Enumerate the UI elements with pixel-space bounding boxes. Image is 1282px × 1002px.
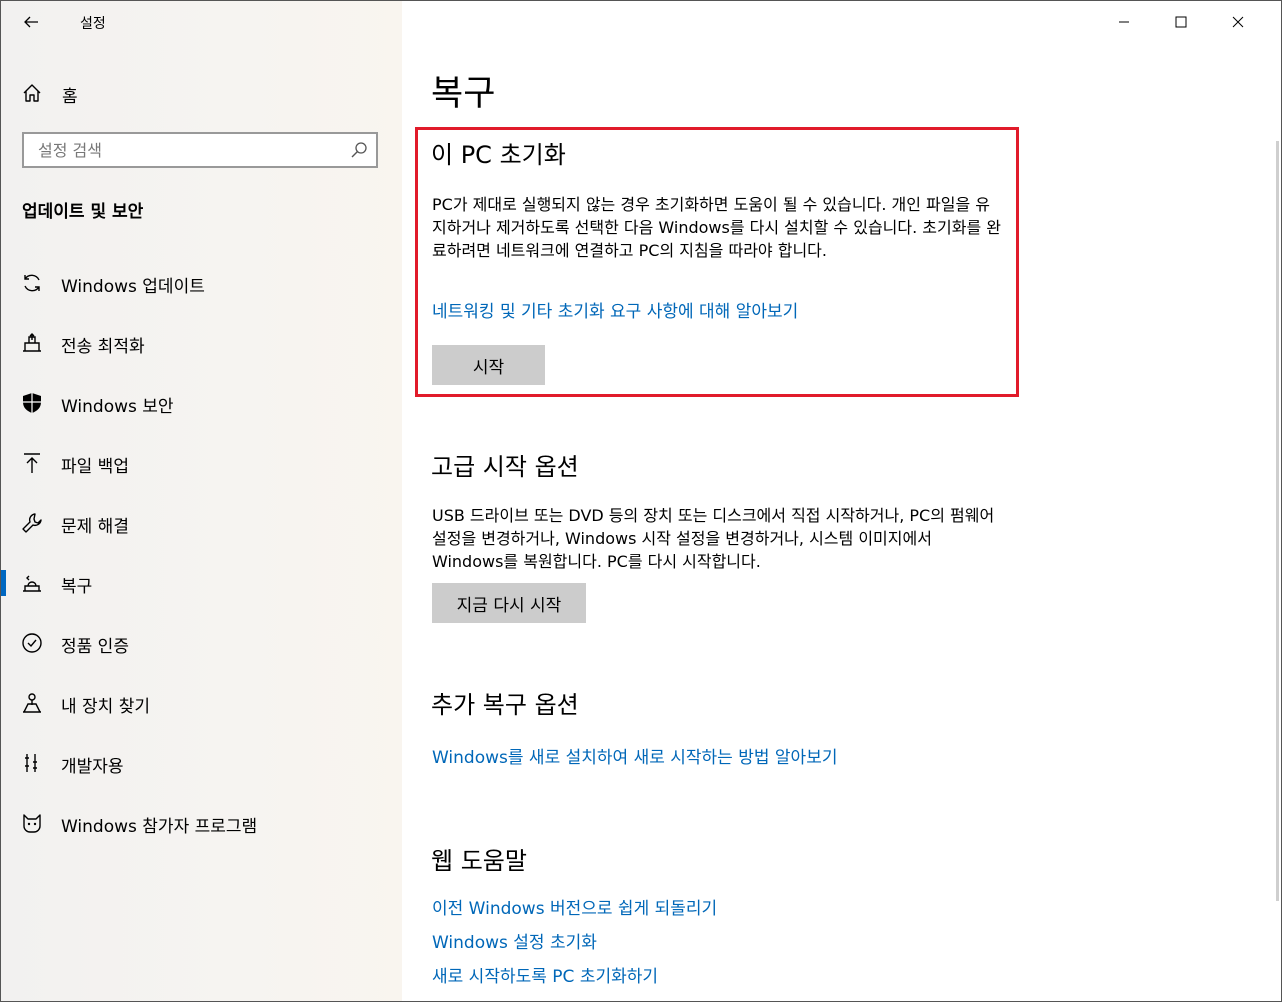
advanced-startup-title: 고급 시작 옵션 — [431, 453, 579, 481]
sidebar-item-developers[interactable]: 개발자용 — [1, 732, 402, 792]
wrench-icon — [22, 513, 42, 533]
scrollbar[interactable] — [1276, 141, 1279, 901]
fresh-start-link[interactable]: Windows를 새로 설치하여 새로 시작하는 방법 알아보기 — [432, 743, 837, 768]
sidebar-item-activation[interactable]: 정품 인증 — [1, 612, 402, 672]
sidebar-item-recovery[interactable]: 복구 — [1, 552, 402, 612]
sidebar-item-find-my-device[interactable]: 내 장치 찾기 — [1, 672, 402, 732]
sidebar-item-troubleshoot[interactable]: 문제 해결 — [1, 492, 402, 552]
settings-search[interactable] — [22, 132, 378, 168]
web-help-title: 웹 도움말 — [431, 847, 527, 875]
sidebar: 설정 홈 업데이트 및 보안 Windows 업데이트 — [1, 1, 402, 1001]
settings-window: 설정 홈 업데이트 및 보안 Windows 업데이트 — [0, 0, 1282, 1002]
sidebar-item-file-backup[interactable]: 파일 백업 — [1, 432, 402, 492]
web-help-link[interactable]: Windows 설정 초기화 — [432, 928, 597, 953]
recovery-icon — [23, 575, 41, 592]
shield-icon — [23, 393, 41, 413]
reset-pc-title: 이 PC 초기화 — [431, 141, 566, 169]
sidebar-item-delivery-optimization[interactable]: 전송 최적화 — [1, 312, 402, 372]
home-label: 홈 — [62, 87, 78, 107]
home-icon — [23, 84, 41, 102]
web-help-link[interactable]: 이전 Windows 버전으로 쉽게 되돌리기 — [432, 894, 717, 919]
sidebar-item-label: 복구 — [61, 577, 93, 597]
sidebar-item-windows-insider[interactable]: Windows 참가자 프로그램 — [1, 792, 402, 852]
reset-requirements-link[interactable]: 네트워킹 및 기타 초기화 요구 사항에 대해 알아보기 — [432, 297, 798, 322]
sidebar-item-windows-update[interactable]: Windows 업데이트 — [1, 252, 402, 312]
main-content: 복구 이 PC 초기화 PC가 제대로 실행되지 않는 경우 초기화하면 도움이… — [402, 1, 1281, 1001]
find-device-icon — [23, 693, 41, 713]
backup-arrow-icon — [24, 453, 40, 473]
search-icon[interactable] — [350, 141, 368, 159]
home-nav-item[interactable]: 홈 — [1, 73, 402, 113]
sidebar-item-label: 문제 해결 — [61, 517, 129, 537]
back-arrow-icon — [24, 16, 38, 28]
sync-icon — [24, 274, 40, 292]
check-circle-icon — [22, 633, 42, 653]
title-bar: 설정 — [1, 1, 402, 43]
get-started-button[interactable]: 시작 — [432, 345, 545, 385]
sidebar-item-label: Windows 업데이트 — [61, 277, 205, 297]
selection-indicator — [1, 570, 6, 596]
insider-cat-icon — [23, 814, 41, 833]
sidebar-item-label: Windows 보안 — [61, 397, 174, 417]
restart-now-button[interactable]: 지금 다시 시작 — [432, 583, 586, 623]
sidebar-item-label: 파일 백업 — [61, 457, 129, 477]
app-title: 설정 — [80, 16, 106, 32]
sidebar-item-windows-security[interactable]: Windows 보안 — [1, 372, 402, 432]
delivery-optimization-icon — [23, 333, 41, 352]
back-button[interactable] — [11, 7, 51, 37]
sidebar-item-label: 개발자용 — [61, 757, 124, 777]
developer-icon — [25, 754, 37, 772]
search-input[interactable] — [24, 134, 348, 166]
web-help-link[interactable]: 새로 시작하도록 PC 초기화하기 — [432, 962, 658, 987]
advanced-startup-description: USB 드라이브 또는 DVD 등의 장치 또는 디스크에서 직접 시작하거나,… — [432, 506, 995, 571]
sidebar-item-label: 내 장치 찾기 — [61, 697, 151, 717]
sidebar-item-label: 정품 인증 — [61, 637, 129, 657]
page-title: 복구 — [431, 74, 496, 114]
sidebar-item-label: Windows 참가자 프로그램 — [61, 817, 258, 837]
reset-pc-description: PC가 제대로 실행되지 않는 경우 초기화하면 도움이 될 수 있습니다. 개… — [432, 195, 1001, 260]
section-title: 업데이트 및 보안 — [22, 202, 144, 222]
more-recovery-title: 추가 복구 옵션 — [431, 691, 579, 719]
sidebar-item-label: 전송 최적화 — [61, 337, 145, 357]
